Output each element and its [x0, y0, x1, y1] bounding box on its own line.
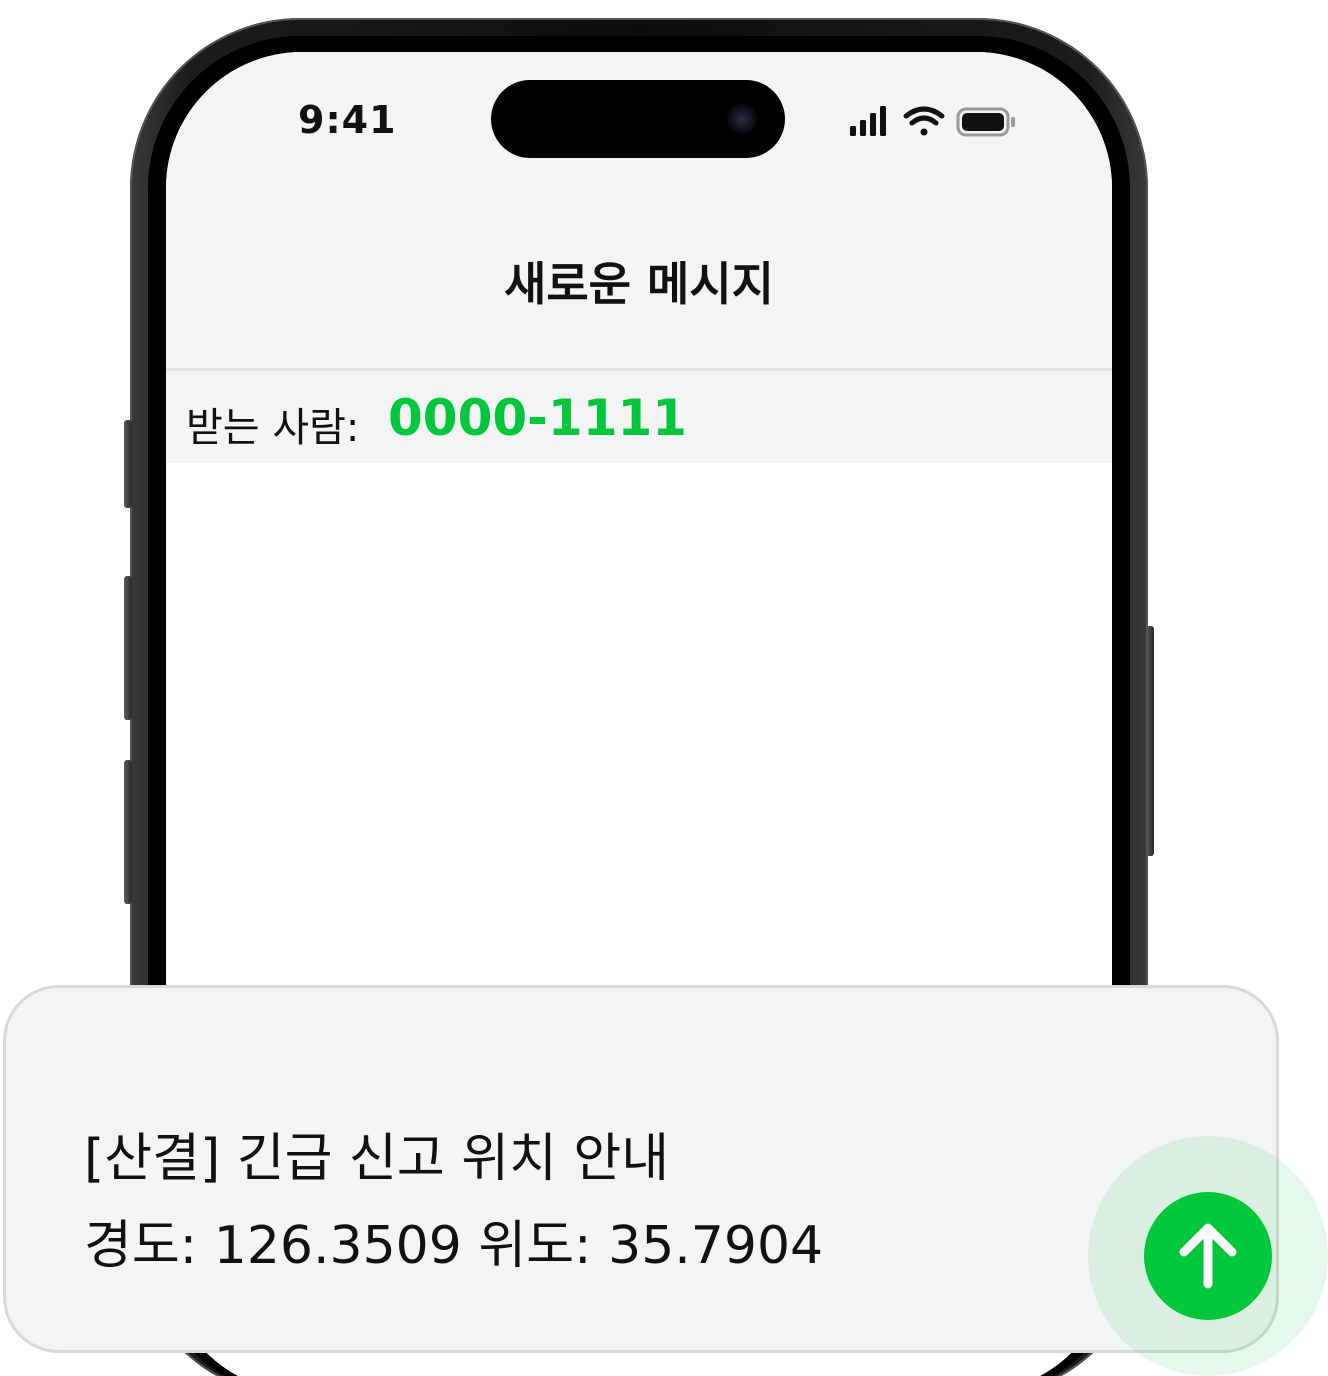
recipient-label: 받는 사람: — [186, 405, 360, 451]
volume-down-button — [124, 760, 132, 904]
status-icons — [850, 106, 1015, 137]
power-button — [1146, 626, 1154, 856]
message-line-coordinates: 경도: 126.3509 위도: 35.7904 — [84, 1216, 824, 1276]
recipient-field[interactable]: 받는 사람: 0000-1111 — [166, 371, 1112, 463]
page-title: 새로운 메시지 — [504, 257, 774, 311]
dynamic-island — [491, 80, 785, 158]
action-button — [124, 420, 132, 508]
wifi-icon — [903, 106, 945, 136]
front-camera-icon — [727, 104, 757, 134]
recipient-number: 0000-1111 — [388, 389, 688, 447]
message-input[interactable]: [산결] 긴급 신고 위치 안내 경도: 126.3509 위도: 35.790… — [3, 985, 1279, 1353]
volume-up-button — [124, 576, 132, 720]
send-button[interactable] — [1144, 1192, 1272, 1320]
navigation-bar: 9:41 새로운 메시지 — [166, 52, 1112, 371]
message-line-title: [산결] 긴급 신고 위치 안내 — [84, 1129, 670, 1189]
arrow-up-icon — [1179, 1223, 1237, 1289]
cellular-signal-icon — [850, 106, 886, 136]
page: 9:41 새로운 메시지 받는 사람: 0000-1111 [산결] 긴급 신고… — [0, 0, 1328, 1376]
status-time: 9:41 — [298, 98, 397, 142]
battery-icon — [956, 107, 1015, 137]
